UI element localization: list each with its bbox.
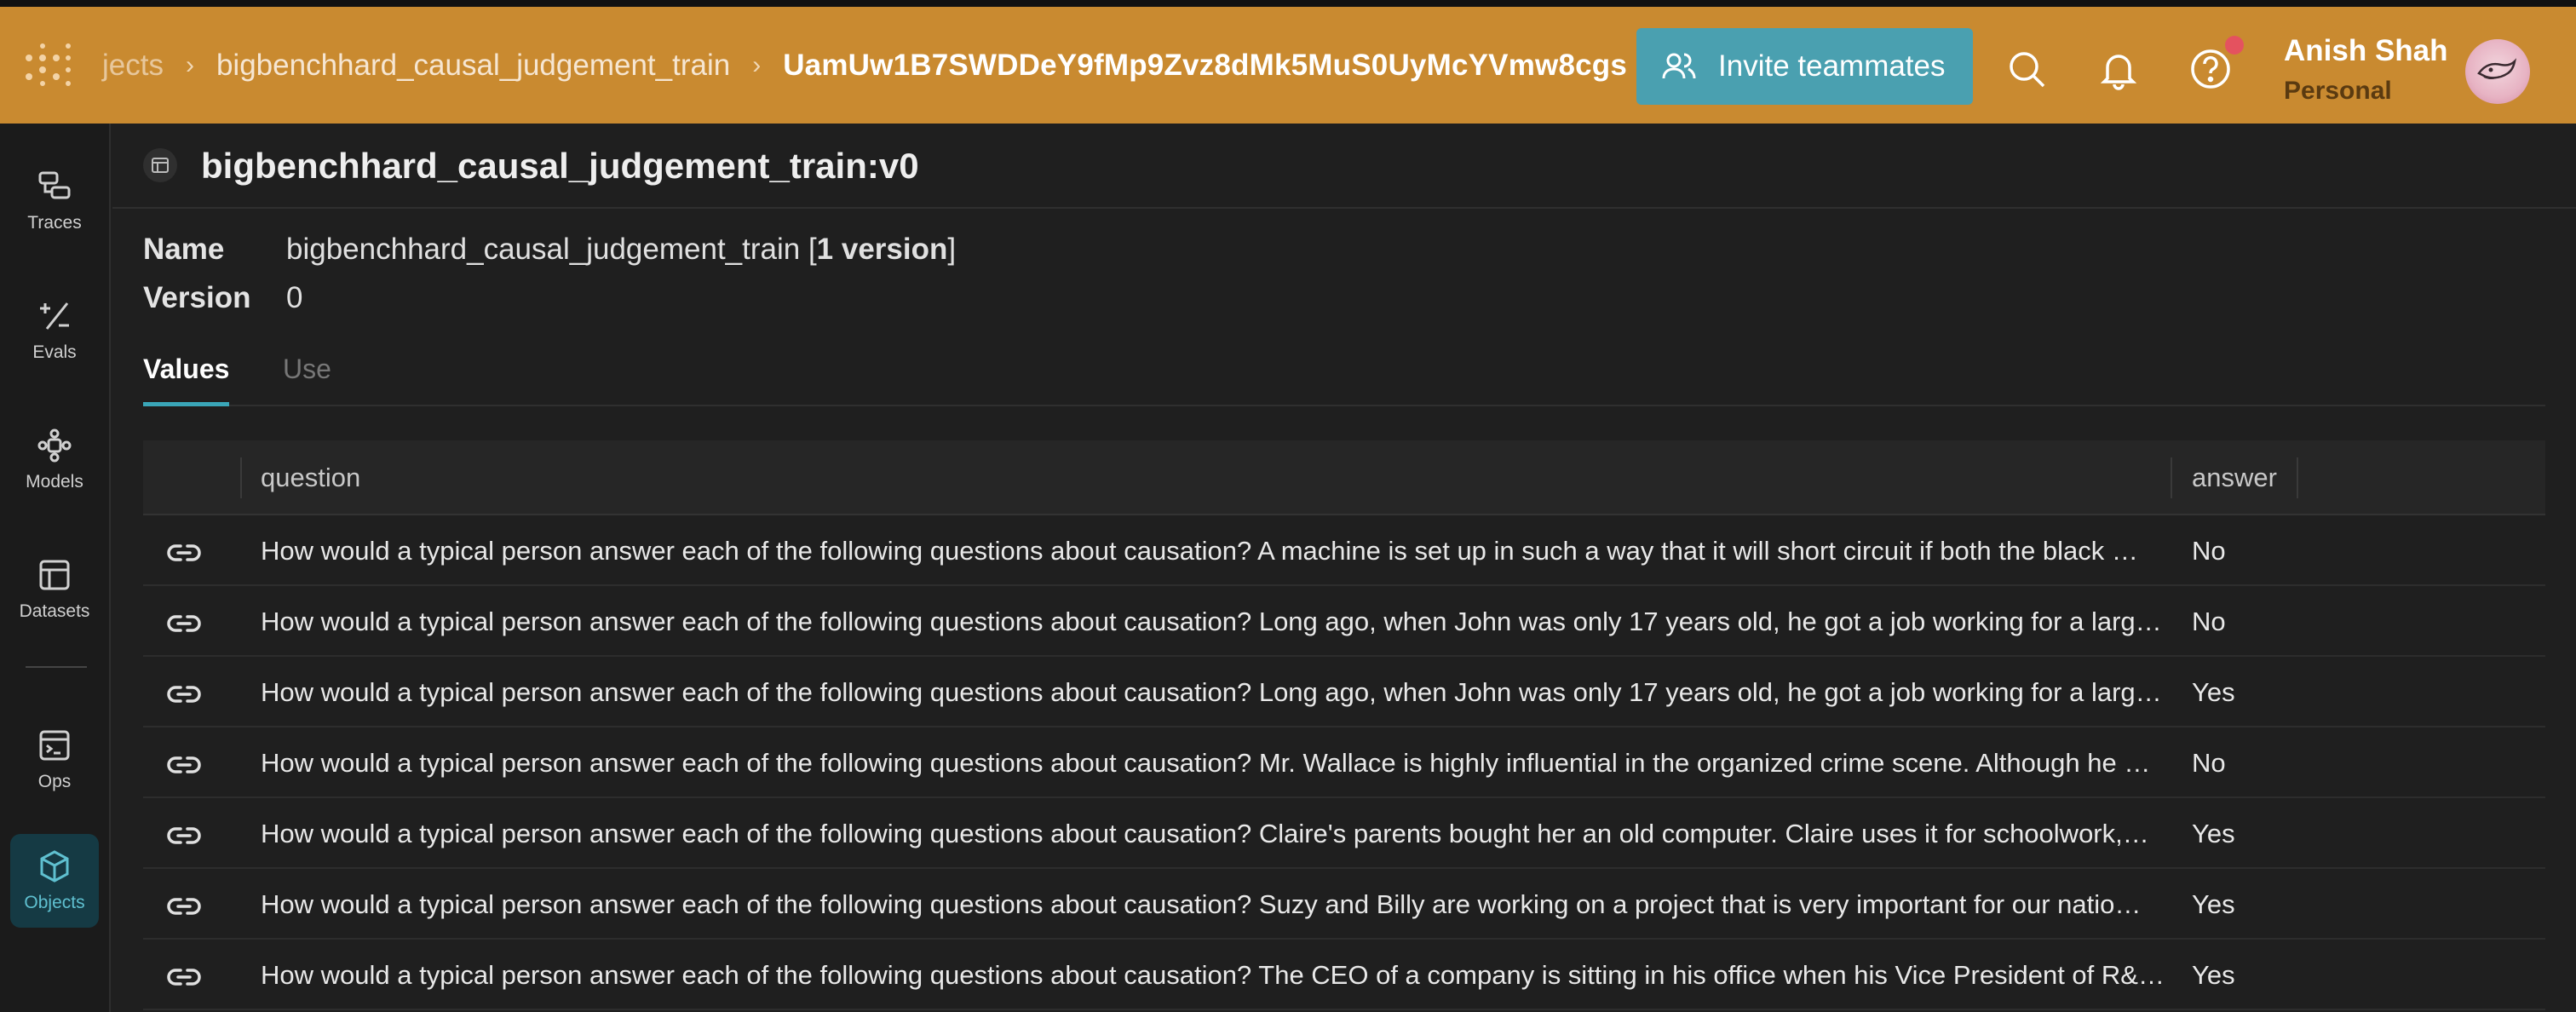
- answer-cell[interactable]: No: [2192, 727, 2226, 798]
- table-row[interactable]: How would a typical person answer each o…: [143, 586, 2545, 657]
- main-content: bigbenchhard_causal_judgement_train:v0 N…: [112, 124, 2576, 1012]
- user-menu[interactable]: Anish Shah Personal: [2284, 34, 2448, 106]
- sidebar-item-label: Traces: [27, 213, 82, 233]
- breadcrumb-projects[interactable]: jects: [102, 49, 164, 83]
- question-cell[interactable]: How would a typical person answer each o…: [261, 515, 2188, 586]
- question-text: How would a typical person answer each o…: [261, 747, 2151, 778]
- link-icon[interactable]: [165, 888, 203, 925]
- link-icon[interactable]: [165, 958, 203, 996]
- table-row[interactable]: How would a typical person answer each o…: [143, 940, 2545, 1010]
- name-suffix: ]: [947, 233, 957, 266]
- column-separator: [2297, 457, 2298, 498]
- breadcrumb: jects › bigbenchhard_causal_judgement_tr…: [102, 7, 1627, 124]
- table-row[interactable]: How would a typical person answer each o…: [143, 657, 2545, 727]
- question-cell[interactable]: How would a typical person answer each o…: [261, 940, 2188, 1010]
- link-icon[interactable]: [165, 605, 203, 642]
- link-icon[interactable]: [165, 746, 203, 784]
- question-cell[interactable]: How would a typical person answer each o…: [261, 869, 2188, 940]
- name-label: Name: [143, 233, 225, 266]
- name-value: bigbenchhard_causal_judgement_train [: [286, 233, 817, 266]
- datasets-icon: [39, 560, 70, 590]
- breadcrumb-separator-icon: ›: [185, 50, 194, 79]
- version-count-link[interactable]: 1 version: [817, 233, 948, 266]
- models-icon: [37, 428, 72, 463]
- version-label: Version: [143, 281, 251, 314]
- tab-bar: Values Use: [143, 354, 2545, 406]
- user-account-type: Personal: [2284, 77, 2392, 105]
- answer-cell[interactable]: Yes: [2192, 657, 2235, 727]
- link-icon[interactable]: [165, 534, 203, 572]
- sidebar-item-label: Objects: [24, 893, 85, 912]
- top-strip: [0, 0, 2576, 7]
- sidebar-divider: [26, 666, 87, 668]
- traces-icon: [38, 171, 71, 199]
- invite-label: Invite teammates: [1718, 49, 1946, 83]
- column-separator: [240, 457, 242, 498]
- page-title: bigbenchhard_causal_judgement_train:v0: [201, 146, 919, 186]
- sidebar-item-datasets[interactable]: Datasets: [10, 543, 99, 636]
- sidebar-item-traces[interactable]: Traces: [10, 154, 99, 248]
- table-row[interactable]: How would a typical person answer each o…: [143, 727, 2545, 798]
- column-header-question[interactable]: question: [261, 440, 360, 515]
- column-separator: [2171, 457, 2172, 498]
- question-cell[interactable]: How would a typical person answer each o…: [261, 798, 2188, 869]
- answer-cell[interactable]: Yes: [2192, 798, 2235, 869]
- user-name: Anish Shah: [2284, 34, 2448, 67]
- sidebar-item-label: Datasets: [19, 601, 90, 621]
- notification-dot: [2225, 36, 2244, 55]
- name-row: Name bigbenchhard_causal_judgement_train …: [143, 233, 956, 267]
- table-row[interactable]: How would a typical person answer each o…: [143, 515, 2545, 586]
- help-icon[interactable]: [2189, 48, 2232, 90]
- tab-use[interactable]: Use: [283, 354, 331, 402]
- answer-cell[interactable]: No: [2192, 586, 2226, 657]
- link-icon[interactable]: [165, 817, 203, 854]
- values-table: question answer How would a typical pers…: [143, 440, 2545, 1010]
- question-text: How would a typical person answer each o…: [261, 818, 2149, 848]
- version-row: Version 0: [143, 281, 302, 315]
- app-logo-icon[interactable]: [24, 39, 75, 90]
- answer-cell[interactable]: Yes: [2192, 940, 2235, 1010]
- link-icon[interactable]: [165, 676, 203, 713]
- question-text: How would a typical person answer each o…: [261, 959, 2165, 990]
- sidebar-item-label: Evals: [32, 342, 77, 362]
- table-row[interactable]: How would a typical person answer each o…: [143, 798, 2545, 869]
- sidebar-item-objects[interactable]: Objects: [10, 834, 99, 928]
- question-cell[interactable]: How would a typical person answer each o…: [261, 727, 2188, 798]
- avatar-image-icon: [2477, 58, 2517, 79]
- question-text: How would a typical person answer each o…: [261, 676, 2162, 707]
- objects-icon: [40, 850, 69, 883]
- question-text: How would a typical person answer each o…: [261, 888, 2142, 919]
- breadcrumb-object-digest[interactable]: UamUw1B7SWDDeY9fMp9Zvz8dMk5MuS0UyMcYVmw8…: [783, 49, 1627, 83]
- column-header-answer[interactable]: answer: [2192, 440, 2277, 515]
- table-row[interactable]: How would a typical person answer each o…: [143, 869, 2545, 940]
- table-icon: [143, 148, 177, 182]
- answer-cell[interactable]: No: [2192, 515, 2226, 586]
- search-icon[interactable]: [2005, 48, 2048, 90]
- avatar[interactable]: [2465, 39, 2530, 104]
- question-cell[interactable]: How would a typical person answer each o…: [261, 586, 2188, 657]
- sidebar-item-evals[interactable]: Evals: [10, 284, 99, 377]
- users-icon: [1662, 53, 1696, 79]
- invite-teammates-button[interactable]: Invite teammates: [1636, 28, 1973, 105]
- sidebar-item-label: Ops: [37, 772, 72, 791]
- question-text: How would a typical person answer each o…: [261, 535, 2138, 566]
- top-header: jects › bigbenchhard_causal_judgement_tr…: [0, 7, 2576, 124]
- question-text: How would a typical person answer each o…: [261, 606, 2162, 636]
- table-header: question answer: [143, 440, 2545, 515]
- question-cell[interactable]: How would a typical person answer each o…: [261, 657, 2188, 727]
- bell-icon[interactable]: [2097, 48, 2140, 90]
- tab-values[interactable]: Values: [143, 354, 230, 406]
- sidebar-item-ops[interactable]: Ops: [10, 713, 99, 807]
- breadcrumb-separator-icon: ›: [752, 50, 762, 79]
- breadcrumb-dataset[interactable]: bigbenchhard_causal_judgement_train: [216, 49, 730, 83]
- evals-icon: [40, 302, 69, 330]
- answer-cell[interactable]: Yes: [2192, 869, 2235, 940]
- version-value: 0: [286, 281, 303, 314]
- sidebar-item-label: Models: [26, 472, 83, 492]
- ops-icon: [39, 730, 70, 761]
- sidebar-item-models[interactable]: Models: [10, 413, 99, 507]
- sidebar: Traces Evals Models Datasets Ops Objects: [0, 124, 111, 1012]
- page-title-bar: bigbenchhard_causal_judgement_train:v0: [112, 124, 2576, 209]
